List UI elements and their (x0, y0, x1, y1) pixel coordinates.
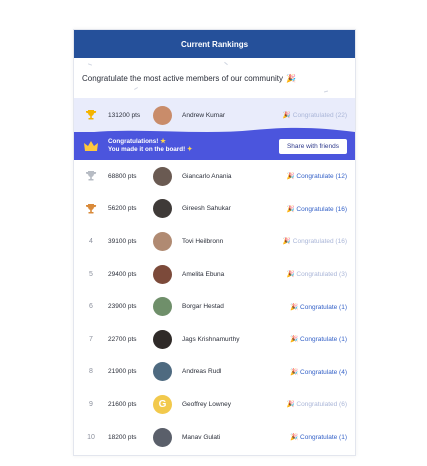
avatar (153, 264, 172, 284)
points-value: 39100 pts (108, 237, 137, 245)
star-icon: ★ (160, 138, 166, 145)
gold-trophy-icon (74, 109, 108, 121)
avatar: G (153, 394, 172, 414)
points-value: 68800 pts (108, 172, 137, 180)
intro-text: Congratulate the most active members of … (74, 58, 355, 98)
avatar (153, 231, 172, 251)
page-title: Current Rankings (180, 39, 249, 49)
table-row: 8 21900 pts Andreas Rudl 🎉 Congratulate (4) (74, 356, 355, 389)
congratulated-label: 🎉 Congratulated (3) (286, 271, 347, 279)
banner-line2: You made it on the board! (108, 146, 186, 153)
points-value: 22700 pts (108, 335, 137, 343)
avatar (153, 166, 172, 186)
avatar (153, 297, 172, 317)
intro-label: Congratulate the most active members of … (82, 73, 283, 83)
user-name: Jags Krishnamurthy (182, 335, 240, 343)
avatar (153, 362, 172, 382)
avatar (153, 199, 172, 219)
user-name: Andreas Rudl (182, 368, 222, 376)
table-row: 56200 pts Gireesh Sahukar 🎉 Congratulate (… (74, 193, 355, 226)
rank-number: 9 (89, 400, 93, 408)
avatar (153, 105, 172, 125)
points-value: 23900 pts (108, 303, 137, 311)
congratulated-label: 🎉 Congratulated (22) (282, 112, 347, 119)
table-row: 7 22700 pts Jags Krishnamurthy 🎉 Congratula… (74, 323, 355, 356)
rank-number: 5 (89, 270, 93, 278)
congratulated-label: 🎉 Congratulated (16) (282, 238, 347, 246)
rank-number: 7 (89, 335, 93, 343)
star-icon: ✦ (186, 146, 193, 153)
points-value: 29400 pts (108, 270, 137, 278)
silver-trophy-icon (74, 170, 108, 182)
rank-number: 4 (89, 237, 93, 245)
table-row: 10 18200 pts Manav Gulati 🎉 Congratulate (1… (74, 421, 355, 454)
crown-icon (74, 140, 108, 152)
points-value: 21900 pts (108, 368, 137, 376)
wave-decoration (74, 127, 355, 134)
congrats-banner: Congratulations! ★ You made it on the bo… (74, 127, 355, 160)
table-row: 5 29400 pts Amelita Ebuna 🎉 Congratulated (… (74, 258, 355, 291)
user-name: Manav Gulati (182, 433, 221, 441)
user-name: Borgar Hestad (182, 303, 224, 311)
party-icon: 🎉 (285, 73, 296, 83)
congratulate-button[interactable]: 🎉 Congratulate (1) (272, 303, 355, 311)
rank-number: 8 (89, 368, 93, 376)
table-row: 68800 pts Giancarlo Anania 🎉 Congratulate … (74, 160, 355, 193)
banner-line1: Congratulations! (108, 138, 159, 145)
congratulate-button[interactable]: 🎉 Congratulate (12) (272, 172, 355, 180)
table-row: 6 23900 pts Borgar Hestad 🎉 Congratulate (1… (74, 290, 355, 323)
congratulate-button[interactable]: 🎉 Congratulate (1) (272, 433, 355, 441)
user-name: Tovi Heilbronn (182, 237, 224, 245)
user-name: Gireesh Sahukar (182, 205, 231, 213)
congratulate-button[interactable]: 🎉 Congratulate (4) (272, 368, 355, 376)
points-value: 18200 pts (108, 433, 137, 441)
table-row: 9 21600 pts G Geoffrey Lowney 🎉 Congratulate… (74, 388, 355, 421)
user-name: Andrew Kumar (182, 111, 225, 119)
rankings-list: 68800 pts Giancarlo Anania 🎉 Congratulate … (74, 160, 355, 453)
points-value: 131200 pts (108, 111, 141, 119)
rank-number: 10 (87, 433, 95, 441)
user-name: Geoffrey Lowney (182, 400, 232, 408)
congratulate-button[interactable]: 🎉 Congratulate (16) (272, 205, 355, 213)
bronze-trophy-icon (74, 203, 108, 215)
points-value: 21600 pts (108, 400, 137, 408)
user-name: Giancarlo Anania (182, 172, 232, 180)
congratulated-label: 🎉 Congratulated (6) (286, 401, 347, 409)
avatar (153, 427, 172, 447)
user-name: Amelita Ebuna (182, 270, 225, 278)
points-value: 56200 pts (108, 205, 137, 213)
rank-number: 6 (89, 303, 93, 311)
avatar (153, 329, 172, 349)
banner-message: Congratulations! ★ You made it on the bo… (108, 138, 279, 154)
share-with-friends-button[interactable]: Share with friends (278, 138, 347, 154)
table-row: 4 39100 pts Tovi Heilbronn 🎉 Congratulated … (74, 225, 355, 258)
rankings-header: Current Rankings (74, 30, 355, 58)
rankings-card: Current Rankings Congratulate the most a… (73, 29, 356, 456)
congratulate-button[interactable]: 🎉 Congratulate (1) (272, 335, 355, 343)
